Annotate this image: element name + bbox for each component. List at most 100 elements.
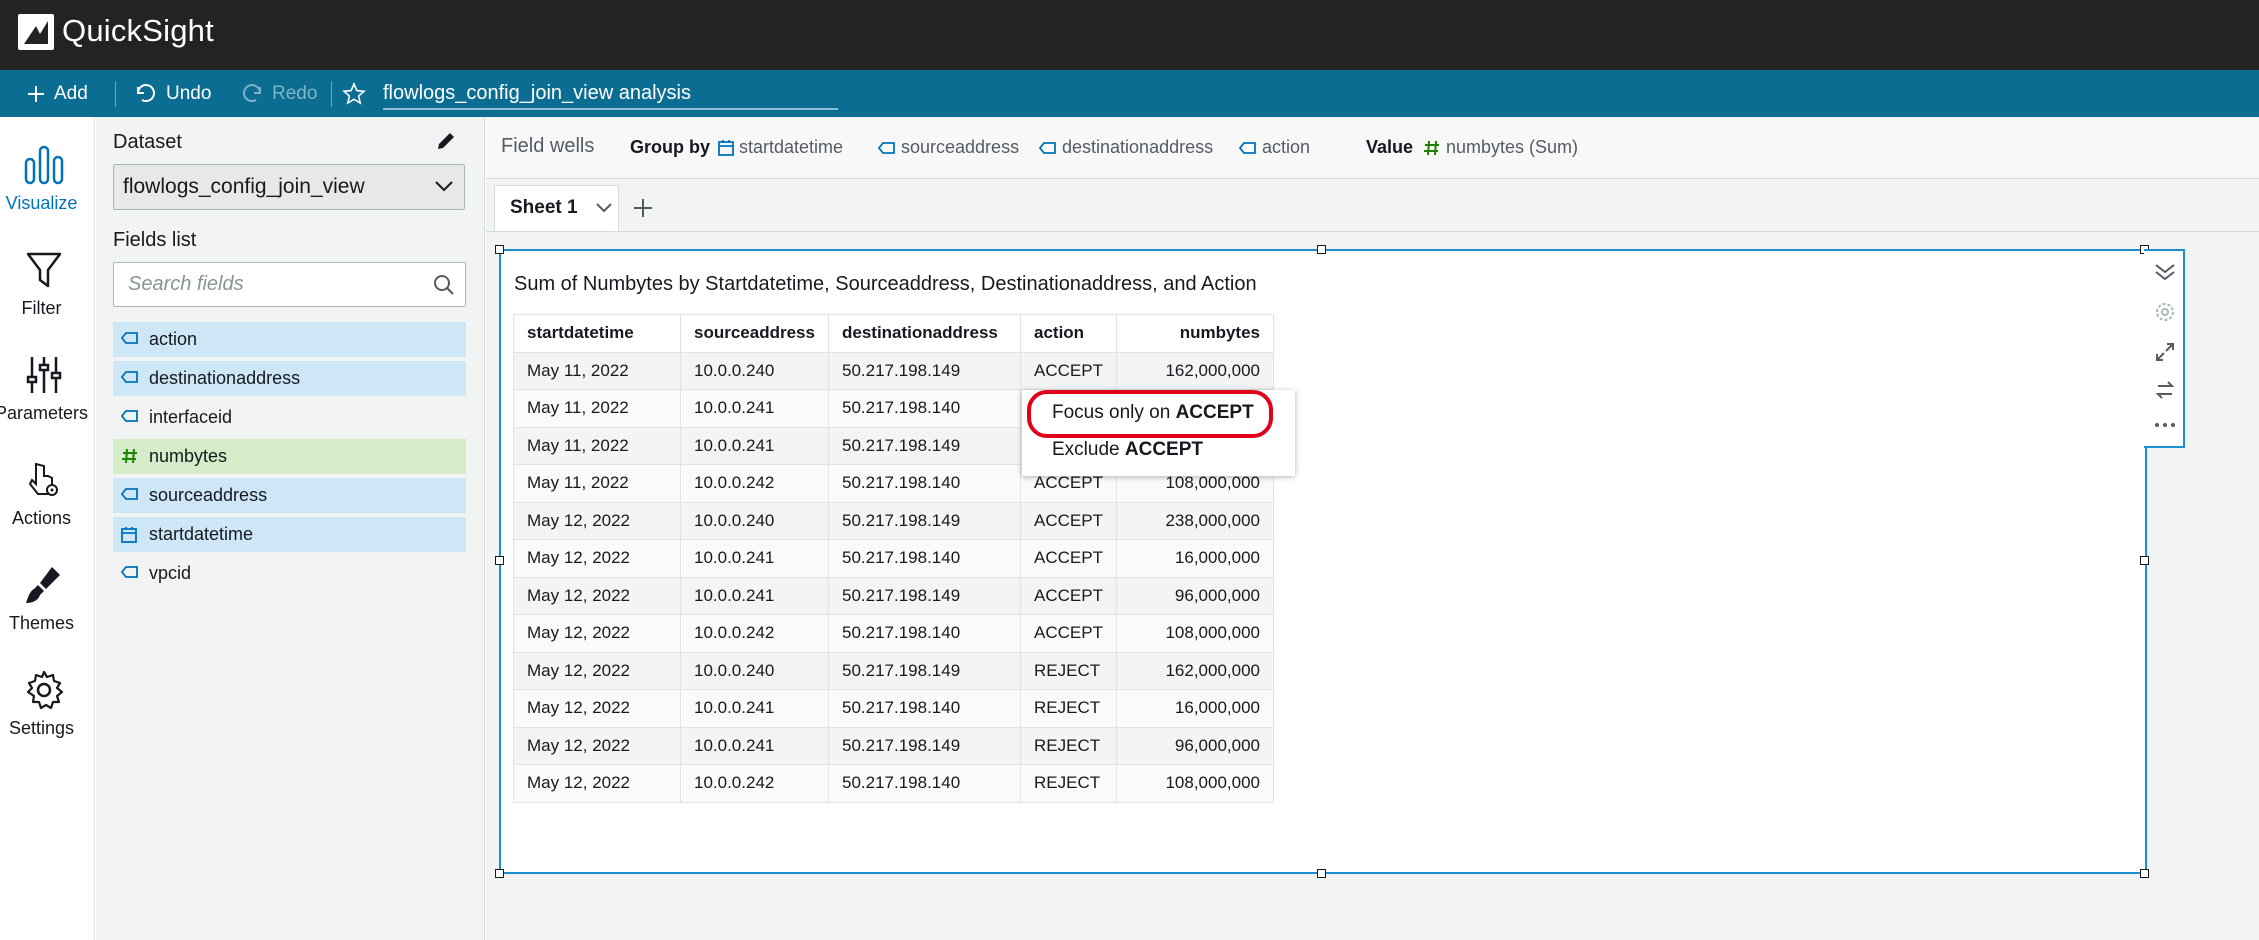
table-cell-sourceaddress[interactable]: 10.0.0.241 <box>680 426 829 465</box>
table-cell-numbytes[interactable]: 96,000,000 <box>1116 576 1274 615</box>
exclude-menu-item[interactable]: Exclude ACCEPT <box>1052 439 1203 461</box>
table-row[interactable]: May 12, 2022 10.0.0.242 50.217.198.140 ACCE… <box>513 614 1274 653</box>
favorite-star-button[interactable] <box>342 70 374 117</box>
table-row[interactable]: May 12, 2022 10.0.0.242 50.217.198.140 REJE… <box>513 764 1274 803</box>
table-row[interactable]: May 12, 2022 10.0.0.241 50.217.198.140 REJE… <box>513 689 1274 728</box>
table-cell-sourceaddress[interactable]: 10.0.0.241 <box>680 576 829 615</box>
field-item-startdatetime[interactable]: startdatetime <box>113 517 466 552</box>
resize-handle[interactable] <box>1317 869 1326 878</box>
table-cell-numbytes[interactable]: 162,000,000 <box>1116 651 1274 690</box>
field-item-action[interactable]: action <box>113 322 466 357</box>
table-cell-action[interactable]: REJECT <box>1020 764 1117 803</box>
table-cell-sourceaddress[interactable]: 10.0.0.241 <box>680 389 829 428</box>
field-wells-bar[interactable]: Field wells Group by startdatetime sourc… <box>486 117 2259 179</box>
table-cell-destinationaddress[interactable]: 50.217.198.149 <box>828 426 1021 465</box>
column-header[interactable]: startdatetime <box>513 314 681 353</box>
table-cell-destinationaddress[interactable]: 50.217.198.149 <box>828 726 1021 765</box>
table-cell-action[interactable]: ACCEPT <box>1020 351 1117 390</box>
table-cell-startdatetime[interactable]: May 12, 2022 <box>513 764 681 803</box>
collapse-chevrons-icon[interactable] <box>2154 262 2176 282</box>
column-header[interactable]: numbytes <box>1116 314 1274 353</box>
table-cell-numbytes[interactable]: 238,000,000 <box>1116 501 1274 540</box>
group-by-field-sourceaddress[interactable]: sourceaddress <box>878 137 1019 158</box>
resize-handle[interactable] <box>1317 245 1326 254</box>
table-cell-sourceaddress[interactable]: 10.0.0.242 <box>680 614 829 653</box>
table-row[interactable]: May 12, 2022 10.0.0.241 50.217.198.140 ACCE… <box>513 539 1274 578</box>
nav-actions[interactable]: Actions <box>0 442 95 542</box>
resize-handle[interactable] <box>495 245 504 254</box>
gear-icon[interactable] <box>2154 301 2176 323</box>
resize-handle[interactable] <box>2140 869 2149 878</box>
table-cell-numbytes[interactable]: 108,000,000 <box>1116 764 1274 803</box>
table-cell-numbytes[interactable]: 162,000,000 <box>1116 351 1274 390</box>
analysis-title-input[interactable]: flowlogs_config_join_view analysis <box>383 80 838 110</box>
table-cell-destinationaddress[interactable]: 50.217.198.140 <box>828 389 1021 428</box>
table-cell-destinationaddress[interactable]: 50.217.198.140 <box>828 614 1021 653</box>
resize-handle[interactable] <box>495 869 504 878</box>
table-cell-startdatetime[interactable]: May 12, 2022 <box>513 539 681 578</box>
table-cell-destinationaddress[interactable]: 50.217.198.149 <box>828 501 1021 540</box>
dataset-select[interactable]: flowlogs_config_join_view <box>113 164 465 210</box>
table-cell-destinationaddress[interactable]: 50.217.198.149 <box>828 351 1021 390</box>
add-button[interactable]: Add <box>26 70 88 117</box>
table-cell-startdatetime[interactable]: May 11, 2022 <box>513 351 681 390</box>
table-cell-sourceaddress[interactable]: 10.0.0.241 <box>680 539 829 578</box>
column-header[interactable]: action <box>1020 314 1117 353</box>
column-header[interactable]: sourceaddress <box>680 314 829 353</box>
table-row[interactable]: May 12, 2022 10.0.0.240 50.217.198.149 ACCE… <box>513 501 1274 540</box>
table-cell-startdatetime[interactable]: May 12, 2022 <box>513 576 681 615</box>
value-field-numbytes[interactable]: numbytes (Sum) <box>1423 137 1578 158</box>
table-cell-numbytes[interactable]: 96,000,000 <box>1116 726 1274 765</box>
nav-themes[interactable]: Themes <box>0 547 95 647</box>
nav-filter[interactable]: Filter <box>0 232 95 332</box>
table-cell-sourceaddress[interactable]: 10.0.0.242 <box>680 464 829 503</box>
table-row[interactable]: May 12, 2022 10.0.0.241 50.217.198.149 REJE… <box>513 726 1274 765</box>
add-sheet-icon[interactable] <box>632 197 654 219</box>
table-cell-destinationaddress[interactable]: 50.217.198.140 <box>828 764 1021 803</box>
table-cell-sourceaddress[interactable]: 10.0.0.241 <box>680 689 829 728</box>
table-cell-destinationaddress[interactable]: 50.217.198.149 <box>828 651 1021 690</box>
resize-handle[interactable] <box>2140 556 2149 565</box>
table-cell-action[interactable]: ACCEPT <box>1020 576 1117 615</box>
group-by-field-action[interactable]: action <box>1239 137 1310 158</box>
table-row[interactable]: May 12, 2022 10.0.0.241 50.217.198.149 ACCE… <box>513 576 1274 615</box>
field-item-sourceaddress[interactable]: sourceaddress <box>113 478 466 513</box>
table-cell-destinationaddress[interactable]: 50.217.198.140 <box>828 464 1021 503</box>
table-cell-action[interactable]: ACCEPT <box>1020 614 1117 653</box>
resize-handle[interactable] <box>495 556 504 565</box>
search-fields-input[interactable]: Search fields <box>113 262 466 307</box>
nav-parameters[interactable]: Parameters <box>0 337 95 437</box>
table-cell-destinationaddress[interactable]: 50.217.198.140 <box>828 539 1021 578</box>
table-cell-action[interactable]: REJECT <box>1020 726 1117 765</box>
table-cell-startdatetime[interactable]: May 11, 2022 <box>513 464 681 503</box>
swap-arrows-icon[interactable] <box>2154 379 2176 401</box>
table-cell-sourceaddress[interactable]: 10.0.0.241 <box>680 726 829 765</box>
table-cell-sourceaddress[interactable]: 10.0.0.240 <box>680 351 829 390</box>
table-cell-startdatetime[interactable]: May 12, 2022 <box>513 614 681 653</box>
column-header[interactable]: destinationaddress <box>828 314 1021 353</box>
table-cell-action[interactable]: REJECT <box>1020 651 1117 690</box>
table-cell-startdatetime[interactable]: May 11, 2022 <box>513 426 681 465</box>
tab-sheet-1[interactable]: Sheet 1 <box>494 185 619 231</box>
table-cell-numbytes[interactable]: 108,000,000 <box>1116 614 1274 653</box>
table-cell-startdatetime[interactable]: May 12, 2022 <box>513 726 681 765</box>
expand-icon[interactable] <box>2154 341 2176 363</box>
table-cell-destinationaddress[interactable]: 50.217.198.149 <box>828 576 1021 615</box>
group-by-field-destinationaddress[interactable]: destinationaddress <box>1039 137 1213 158</box>
table-cell-sourceaddress[interactable]: 10.0.0.240 <box>680 501 829 540</box>
table-row[interactable]: May 11, 2022 10.0.0.240 50.217.198.149 ACCE… <box>513 351 1274 390</box>
pencil-edit-icon[interactable] <box>434 129 458 153</box>
more-options-icon[interactable] <box>2154 421 2176 429</box>
table-cell-sourceaddress[interactable]: 10.0.0.242 <box>680 764 829 803</box>
redo-button[interactable]: Redo <box>240 70 317 117</box>
table-cell-startdatetime[interactable]: May 12, 2022 <box>513 651 681 690</box>
table-cell-action[interactable]: REJECT <box>1020 689 1117 728</box>
field-item-destinationaddress[interactable]: destinationaddress <box>113 361 466 396</box>
table-cell-action[interactable]: ACCEPT <box>1020 539 1117 578</box>
nav-settings[interactable]: Settings <box>0 652 95 752</box>
table-cell-destinationaddress[interactable]: 50.217.198.140 <box>828 689 1021 728</box>
field-item-interfaceid[interactable]: interfaceid <box>113 400 466 435</box>
group-by-field-startdatetime[interactable]: startdatetime <box>718 137 843 158</box>
chevron-down-icon[interactable] <box>595 202 613 214</box>
field-item-numbytes[interactable]: numbytes <box>113 439 466 474</box>
